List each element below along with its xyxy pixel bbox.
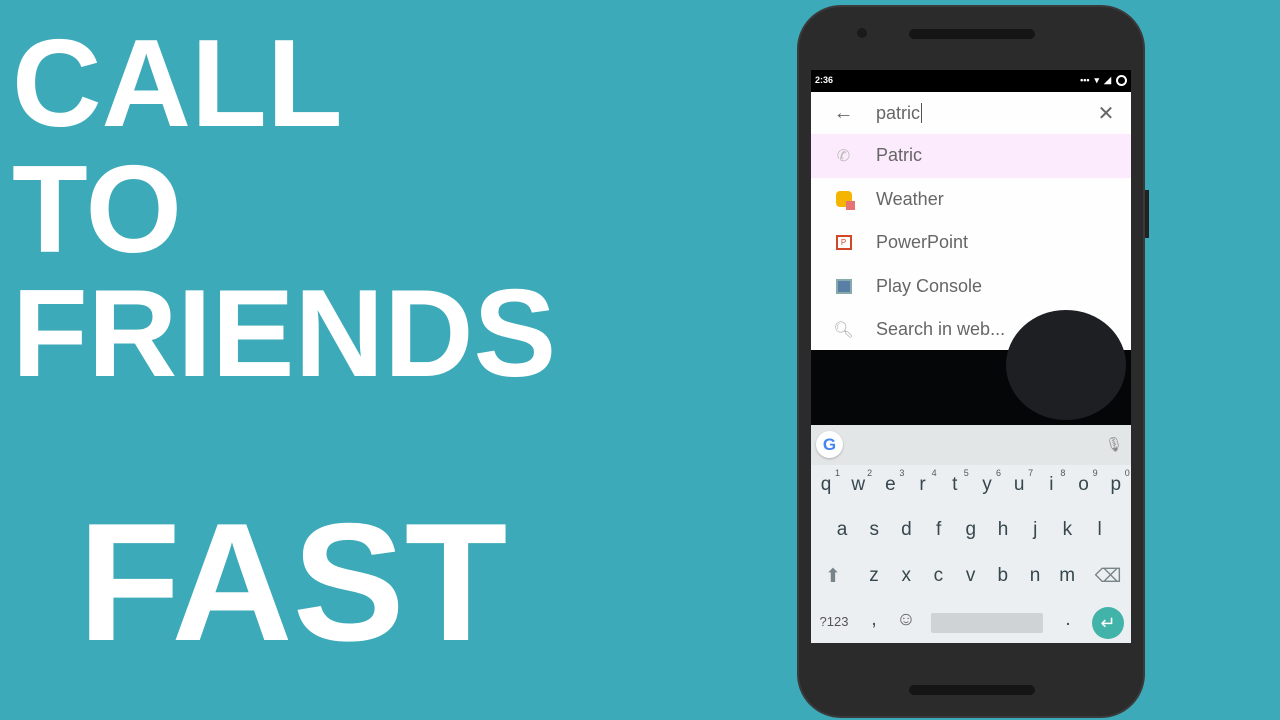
key-hint: 9 <box>1092 468 1098 478</box>
status-bar: 2:36 ••• ▾ ◢ <box>811 70 1131 90</box>
key-e[interactable]: e3 <box>874 468 906 496</box>
microphone-icon[interactable]: 🎙︎ <box>1105 436 1123 453</box>
search-input[interactable]: patric <box>876 102 1081 124</box>
key-j[interactable]: j <box>1019 519 1051 541</box>
key-s[interactable]: s <box>858 519 890 541</box>
key-k[interactable]: k <box>1051 519 1083 541</box>
key-u[interactable]: u7 <box>1003 468 1035 496</box>
key-hint: 6 <box>995 468 1001 478</box>
key-z[interactable]: z <box>858 565 890 587</box>
top-speaker <box>909 29 1035 39</box>
emoji-icon[interactable]: ☺ <box>890 609 922 631</box>
arrow-left-icon[interactable]: ← <box>811 102 876 125</box>
key-o[interactable]: o9 <box>1068 468 1100 496</box>
phone-icon: ✆ <box>836 147 851 165</box>
power-button <box>1145 190 1149 238</box>
key-hint: 4 <box>931 468 937 478</box>
battery-icon <box>1116 74 1127 86</box>
period-key[interactable]: . <box>1052 609 1084 631</box>
key-n[interactable]: n <box>1019 565 1051 587</box>
key-m[interactable]: m <box>1051 565 1083 587</box>
key-w[interactable]: w2 <box>842 468 874 496</box>
result-patric[interactable]: ✆ Patric <box>811 134 1131 178</box>
wallpaper <box>811 310 1131 425</box>
key-l[interactable]: l <box>1084 519 1116 541</box>
phone-screen: 2:36 ••• ▾ ◢ ← patric ✕ ✆ Patric Weather PP… <box>811 70 1131 643</box>
key-g[interactable]: g <box>955 519 987 541</box>
key-row-3: ⬆ ⌫ zxcvbnm <box>811 559 1131 599</box>
play-console-icon <box>811 278 876 294</box>
key-h[interactable]: h <box>987 519 1019 541</box>
result-label: Search in web... <box>876 319 1006 340</box>
enter-key[interactable]: ↵ <box>1092 607 1124 639</box>
key-hint: 1 <box>834 468 840 478</box>
backspace-key[interactable]: ⌫ <box>1092 565 1124 588</box>
key-y[interactable]: y6 <box>971 468 1003 496</box>
shift-key[interactable]: ⬆ <box>817 565 849 588</box>
weather-app-icon <box>811 191 876 211</box>
key-r[interactable]: r4 <box>907 468 939 496</box>
key-c[interactable]: c <box>922 565 954 587</box>
search-icon: 🔍︎ <box>833 321 854 339</box>
google-icon[interactable]: G <box>816 431 843 458</box>
space-key[interactable] <box>931 613 1043 633</box>
symbols-key[interactable]: ?123 <box>815 614 853 629</box>
key-f[interactable]: f <box>923 519 955 541</box>
headline-to: TO <box>12 141 182 279</box>
headline-fast: FAST <box>78 488 508 676</box>
result-label: Play Console <box>876 275 983 296</box>
key-d[interactable]: d <box>890 519 922 541</box>
key-hint: 3 <box>899 468 905 478</box>
comma-key[interactable]: , <box>858 609 890 631</box>
headline-friends: FRIENDS <box>12 265 557 403</box>
key-row-2: asdfghjkl <box>811 513 1131 553</box>
key-p[interactable]: p0 <box>1100 468 1131 496</box>
key-t[interactable]: t5 <box>939 468 971 496</box>
key-a[interactable]: a <box>826 519 858 541</box>
status-time: 2:36 <box>815 75 834 85</box>
powerpoint-icon: P <box>811 235 876 251</box>
front-camera <box>857 28 867 38</box>
key-b[interactable]: b <box>987 565 1019 587</box>
key-row-4: ?123 , ☺ . ↵ <box>811 603 1131 643</box>
key-row-1: q1w2e3r4t5y6u7i8o9p0 <box>811 468 1131 508</box>
key-v[interactable]: v <box>955 565 987 587</box>
headline-call: CALL <box>12 15 343 153</box>
result-powerpoint[interactable]: P PowerPoint <box>811 221 1131 265</box>
keyboard: G 🎙︎ q1w2e3r4t5y6u7i8o9p0 asdfghjkl ⬆ ⌫ … <box>811 425 1131 643</box>
result-label: Patric <box>876 145 923 166</box>
result-label: Weather <box>876 188 944 209</box>
result-weather[interactable]: Weather <box>811 178 1131 222</box>
key-hint: 2 <box>867 468 873 478</box>
key-hint: 7 <box>1028 468 1034 478</box>
key-x[interactable]: x <box>890 565 922 587</box>
wifi-icon: ▾ <box>1094 74 1100 85</box>
result-play-console[interactable]: Play Console <box>811 265 1131 309</box>
key-hint: 8 <box>1060 468 1066 478</box>
key-hint: 0 <box>1124 468 1130 478</box>
key-q[interactable]: q1 <box>811 468 842 496</box>
more-icon: ••• <box>1080 75 1090 85</box>
result-label: PowerPoint <box>876 232 969 253</box>
search-bar: ← patric ✕ <box>811 92 1131 134</box>
bottom-speaker <box>909 685 1035 695</box>
signal-icon: ◢ <box>1104 74 1111 85</box>
close-icon[interactable]: ✕ <box>1081 101 1131 126</box>
suggestion-strip: G 🎙︎ <box>811 425 1131 465</box>
key-i[interactable]: i8 <box>1035 468 1067 496</box>
key-hint: 5 <box>963 468 969 478</box>
